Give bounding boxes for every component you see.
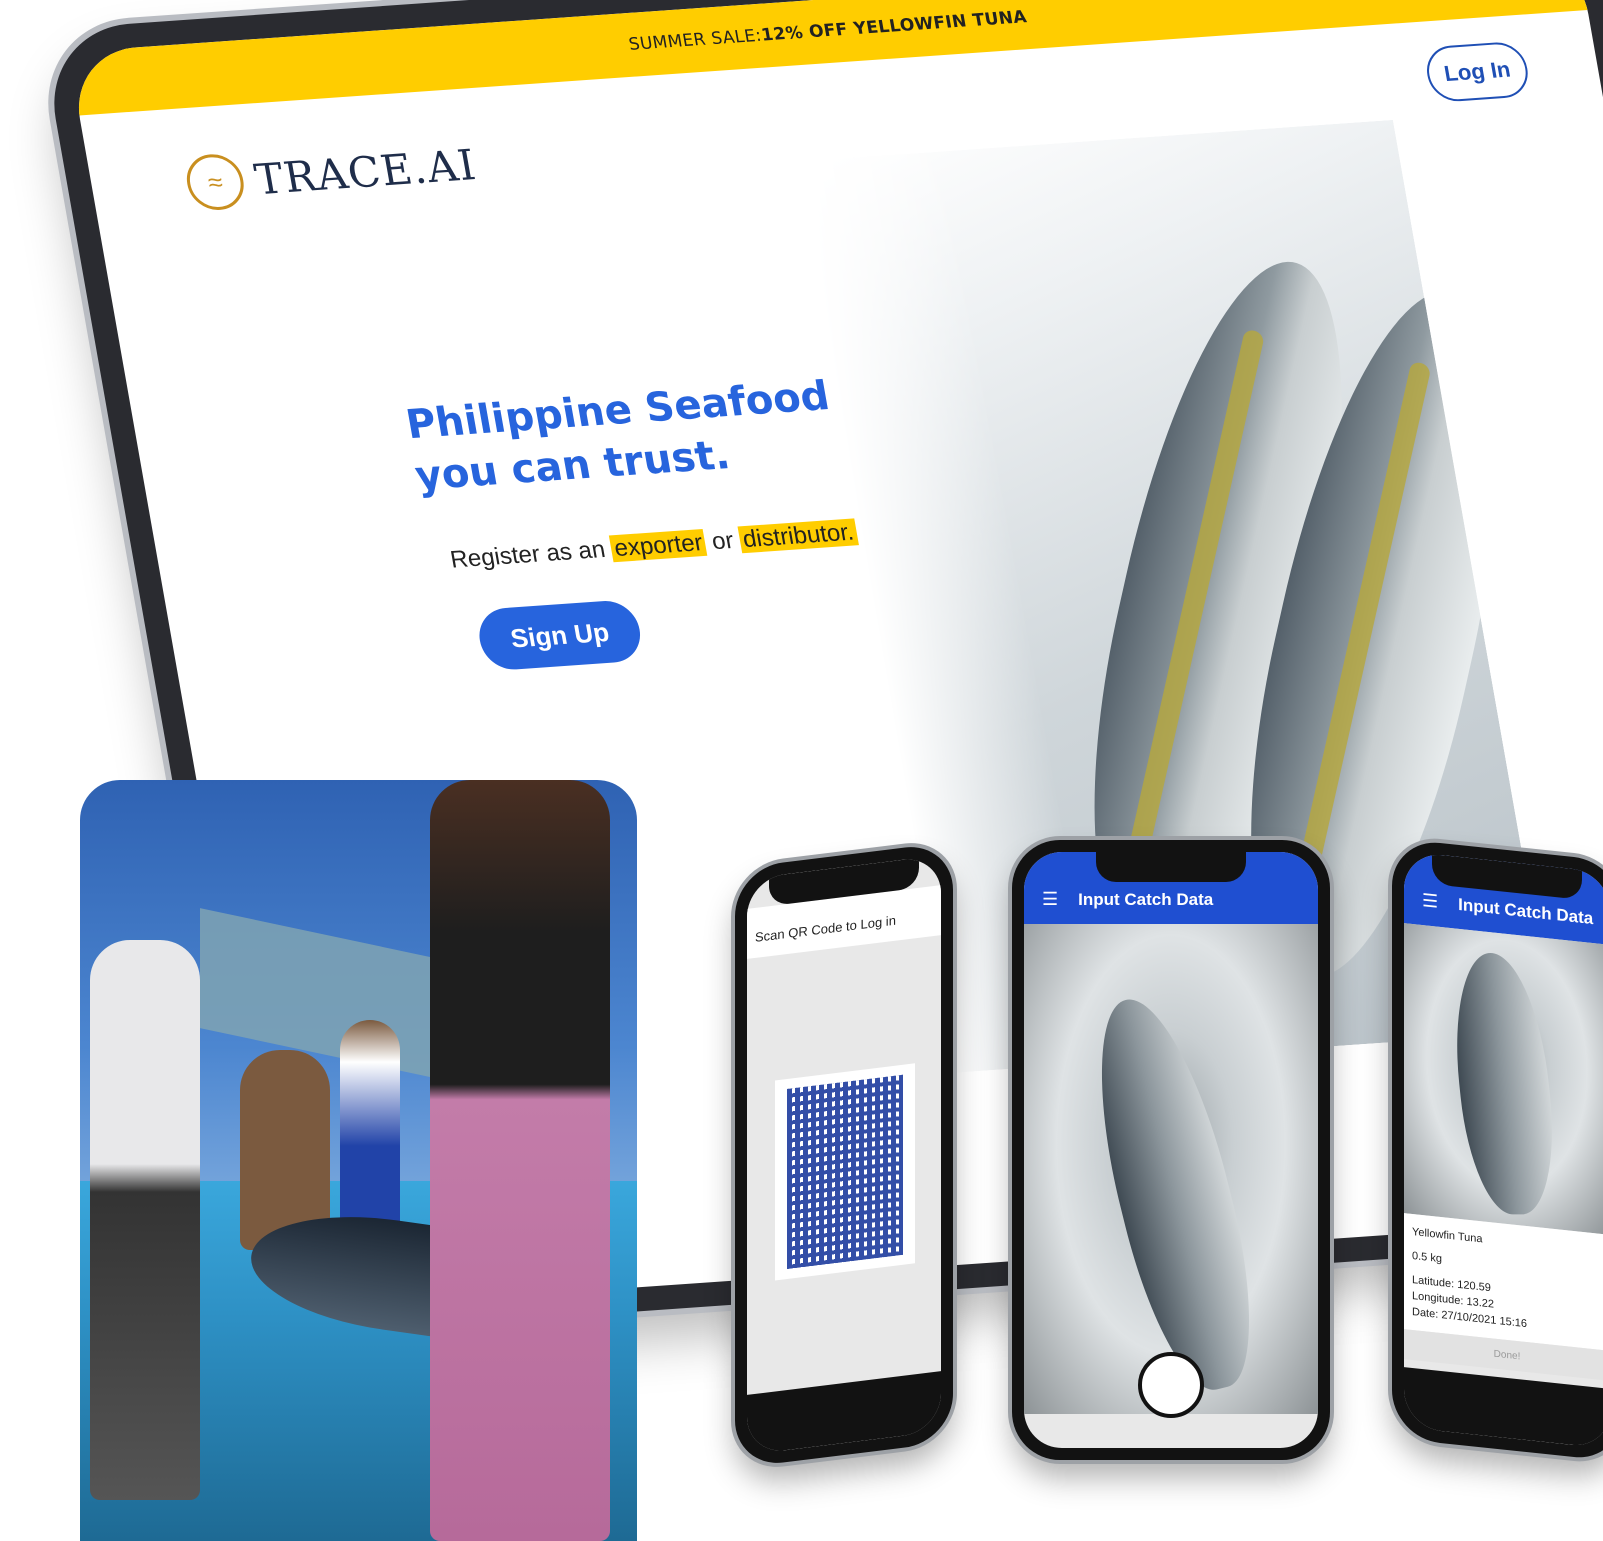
standing-fisherman-figure bbox=[430, 780, 610, 1541]
fish-image bbox=[1072, 986, 1276, 1402]
qr-code-pattern bbox=[787, 1074, 903, 1269]
phone-camera: ☰ Input Catch Data bbox=[1012, 840, 1330, 1460]
phone-qr-login: Scan QR Code to Log in bbox=[735, 841, 953, 1469]
app-bar-title: Input Catch Data bbox=[1078, 890, 1214, 909]
phone-bottom-bezel bbox=[747, 1371, 941, 1455]
promo-highlight: 12% OFF YELLOWFIN TUNA bbox=[759, 7, 1029, 46]
register-or: or bbox=[709, 527, 736, 556]
longitude-value: 13.22 bbox=[1466, 1295, 1494, 1311]
promo-banner[interactable]: SUMMER SALE: 12% OFF YELLOWFIN TUNA bbox=[68, 0, 1588, 116]
promo-prefix: SUMMER SALE: bbox=[627, 25, 764, 55]
latitude-value: 120.59 bbox=[1457, 1278, 1491, 1295]
phone-details-screen: ☰ Input Catch Data Yellowfin Tuna 0.5 kg… bbox=[1404, 851, 1603, 1449]
exporter-link[interactable]: exporter bbox=[609, 528, 708, 563]
hamburger-menu-icon[interactable]: ☰ bbox=[1042, 889, 1058, 910]
logo[interactable]: ≈ TRACE.AI bbox=[182, 136, 480, 212]
date-label: Date: bbox=[1412, 1306, 1439, 1321]
catch-details: Yellowfin Tuna 0.5 kg Latitude: 120.59 L… bbox=[1404, 1213, 1603, 1351]
catch-photo bbox=[1404, 923, 1603, 1235]
distributor-link[interactable]: distributor. bbox=[737, 518, 859, 554]
app-bar-title: Input Catch Data bbox=[1458, 894, 1594, 929]
hamburger-menu-icon[interactable]: ☰ bbox=[1422, 890, 1438, 913]
fishermen-boat-photo bbox=[80, 780, 637, 1541]
fisherwoman-figure bbox=[90, 940, 200, 1500]
child-figure bbox=[340, 1020, 400, 1230]
login-button[interactable]: Log In bbox=[1422, 40, 1533, 104]
phone-camera-screen: ☰ Input Catch Data bbox=[1024, 852, 1318, 1448]
phone-qr-screen: Scan QR Code to Log in bbox=[747, 855, 941, 1455]
register-prefix: Register as an bbox=[448, 535, 608, 574]
phone-notch bbox=[1096, 852, 1246, 882]
phone-bottom-bezel bbox=[1404, 1367, 1603, 1449]
hero-title: Philippine Seafood you can trust. bbox=[402, 370, 842, 503]
logo-text: TRACE.AI bbox=[250, 139, 480, 204]
camera-preview bbox=[1024, 924, 1318, 1414]
signup-button[interactable]: Sign Up bbox=[474, 598, 645, 672]
phone-catch-details: ☰ Input Catch Data Yellowfin Tuna 0.5 kg… bbox=[1392, 837, 1603, 1463]
register-text: Register as an exporter or distributor. bbox=[448, 518, 859, 574]
whale-tail-logo-icon: ≈ bbox=[182, 152, 249, 212]
qr-code[interactable] bbox=[775, 1063, 915, 1281]
fish-image bbox=[1445, 952, 1563, 1215]
shutter-button[interactable] bbox=[1138, 1352, 1204, 1418]
